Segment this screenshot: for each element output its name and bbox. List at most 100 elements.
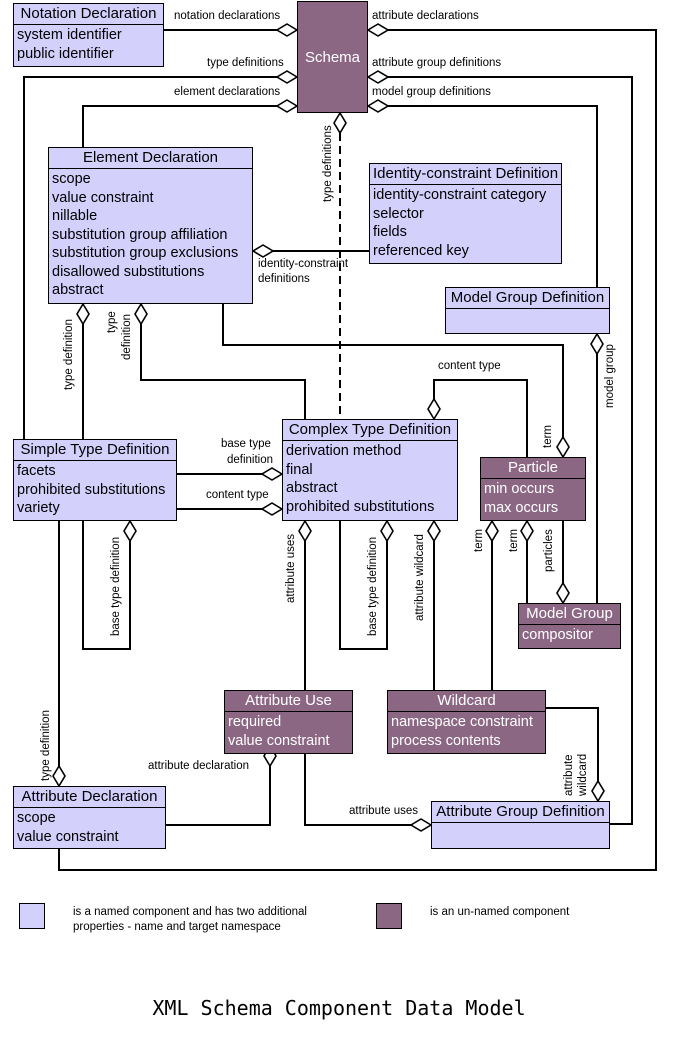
simple-type-definition-box[interactable]: Simple Type Definition facets prohibited… (13, 439, 177, 521)
relationship-label: type definition (63, 319, 75, 390)
model-group-definition-box[interactable]: Model Group Definition (445, 287, 610, 334)
property: abstract (52, 282, 104, 298)
property: process contents (391, 732, 501, 749)
property: variety (17, 500, 60, 516)
relationship-label: model group (604, 344, 616, 408)
relationship-label: definition (227, 454, 274, 466)
property: value constraint (52, 189, 154, 206)
aggregation-diamond-icon (134, 302, 148, 326)
relationship-label: term (473, 529, 485, 552)
relationship-label: wildcard (577, 753, 589, 796)
relationship-label: model group definitions (372, 86, 491, 98)
property: value constraint (228, 732, 330, 749)
relationship-label: element declarations (174, 86, 281, 98)
schema-box[interactable]: Schema (297, 1, 368, 113)
complex-type-definition-box[interactable]: Complex Type Definition derivation metho… (282, 419, 458, 521)
relationship-label: attribute declaration (148, 760, 250, 772)
property: compositor (522, 627, 593, 643)
identity-constraint-definition-box[interactable]: Identity-constraint Definition identity-… (369, 163, 562, 264)
legend-text-line: properties - name and target namespace (73, 921, 281, 933)
relationship-label: identity-constraint (258, 258, 349, 270)
component-name: Schema (304, 48, 361, 66)
property: referenced key (373, 242, 469, 259)
property: fields (373, 224, 407, 240)
relationship-label: definitions (258, 273, 310, 285)
component-name: Attribute Group Definition (432, 802, 609, 823)
aggregation-diamond-icon (260, 502, 284, 516)
component-name: Attribute Use (225, 691, 352, 712)
aggregation-diamond-icon (427, 397, 441, 421)
property: min occurs (484, 481, 555, 497)
diagram-title: XML Schema Component Data Model (152, 996, 526, 1020)
legend-text-unnamed: is an un-named component (430, 905, 569, 920)
property: prohibited substitutions (286, 498, 435, 515)
aggregation-diamond-icon (427, 519, 441, 543)
property: scope (52, 171, 91, 187)
relationship-label: particles (543, 529, 555, 572)
property: namespace constraint (391, 714, 533, 730)
aggregation-diamond-icon (76, 302, 90, 326)
relationship-label: base type definition (367, 536, 379, 636)
aggregation-diamond-icon (380, 519, 394, 543)
aggregation-diamond-icon (251, 244, 275, 258)
legend-text-line: is a named component and has two additio… (73, 906, 307, 918)
relationship-label: content type (206, 489, 269, 501)
relationship-label: attribute wildcard (414, 534, 426, 621)
property: substitution group affiliation (52, 226, 228, 243)
attribute-use-box[interactable]: Attribute Use required value constraint (224, 690, 353, 754)
component-name: Element Declaration (49, 148, 252, 169)
relationship-label: content type (438, 360, 501, 372)
aggregation-diamond-icon (123, 519, 137, 543)
relationship-label: base type (221, 438, 271, 450)
legend-text-named: is a named component and has two additio… (73, 905, 307, 935)
component-name: Identity-constraint Definition (370, 164, 561, 185)
legend-text-line: is an un-named component (430, 906, 570, 918)
property: nillable (52, 208, 98, 224)
aggregation-diamond-icon (520, 519, 534, 543)
property: identity-constraint category (373, 187, 547, 203)
relationship-label: definition (121, 313, 133, 360)
particle-box[interactable]: Particle min occurs max occurs (480, 457, 586, 521)
property: facets (17, 463, 56, 479)
relationship-label: base type definition (110, 536, 122, 636)
relationship-label: attribute (563, 754, 575, 796)
aggregation-diamond-icon (556, 581, 570, 605)
aggregation-diamond-icon (298, 519, 312, 543)
aggregation-diamond-icon (333, 111, 347, 135)
model-group-box[interactable]: Model Group compositor (518, 603, 621, 649)
component-name: Complex Type Definition (283, 420, 457, 441)
aggregation-diamond-icon (260, 467, 284, 481)
relationship-label: term (542, 425, 554, 448)
attribute-declaration-box[interactable]: Attribute Declaration scope value constr… (13, 786, 166, 849)
aggregation-diamond-icon (275, 99, 299, 113)
property: derivation method (286, 443, 402, 459)
element-declaration-box[interactable]: Element Declaration scope value constrai… (48, 147, 253, 304)
relationship-label: notation declarations (174, 10, 281, 22)
relationship-label: type definition (40, 710, 52, 781)
aggregation-diamond-icon (52, 764, 66, 788)
notation-declaration-box[interactable]: Notation Declaration system identifier p… (13, 3, 164, 67)
component-name: Wildcard (388, 691, 545, 712)
component-name: Particle (481, 458, 585, 479)
property: scope (17, 810, 56, 826)
legend-swatch-named (19, 903, 45, 929)
property: value constraint (17, 828, 119, 845)
relationship-label: type definitions (322, 125, 334, 202)
relationship-label: attribute declarations (372, 10, 479, 22)
aggregation-diamond-icon (366, 99, 390, 113)
aggregation-diamond-icon (590, 332, 604, 356)
property: public identifier (17, 45, 114, 62)
attribute-group-definition-box[interactable]: Attribute Group Definition (431, 801, 610, 849)
property: selector (373, 205, 424, 222)
relationship-label: attribute uses (285, 533, 297, 603)
wildcard-box[interactable]: Wildcard namespace constraint process co… (387, 690, 546, 754)
property: prohibited substitutions (17, 481, 166, 498)
property: substitution group exclusions (52, 245, 239, 261)
aggregation-diamond-icon (591, 779, 605, 803)
property: final (286, 461, 313, 478)
connector-line (166, 786, 271, 826)
aggregation-diamond-icon (556, 435, 570, 459)
component-name: Attribute Declaration (14, 787, 165, 808)
relationship-label: type (106, 311, 118, 333)
component-name: Model Group Definition (446, 288, 609, 309)
